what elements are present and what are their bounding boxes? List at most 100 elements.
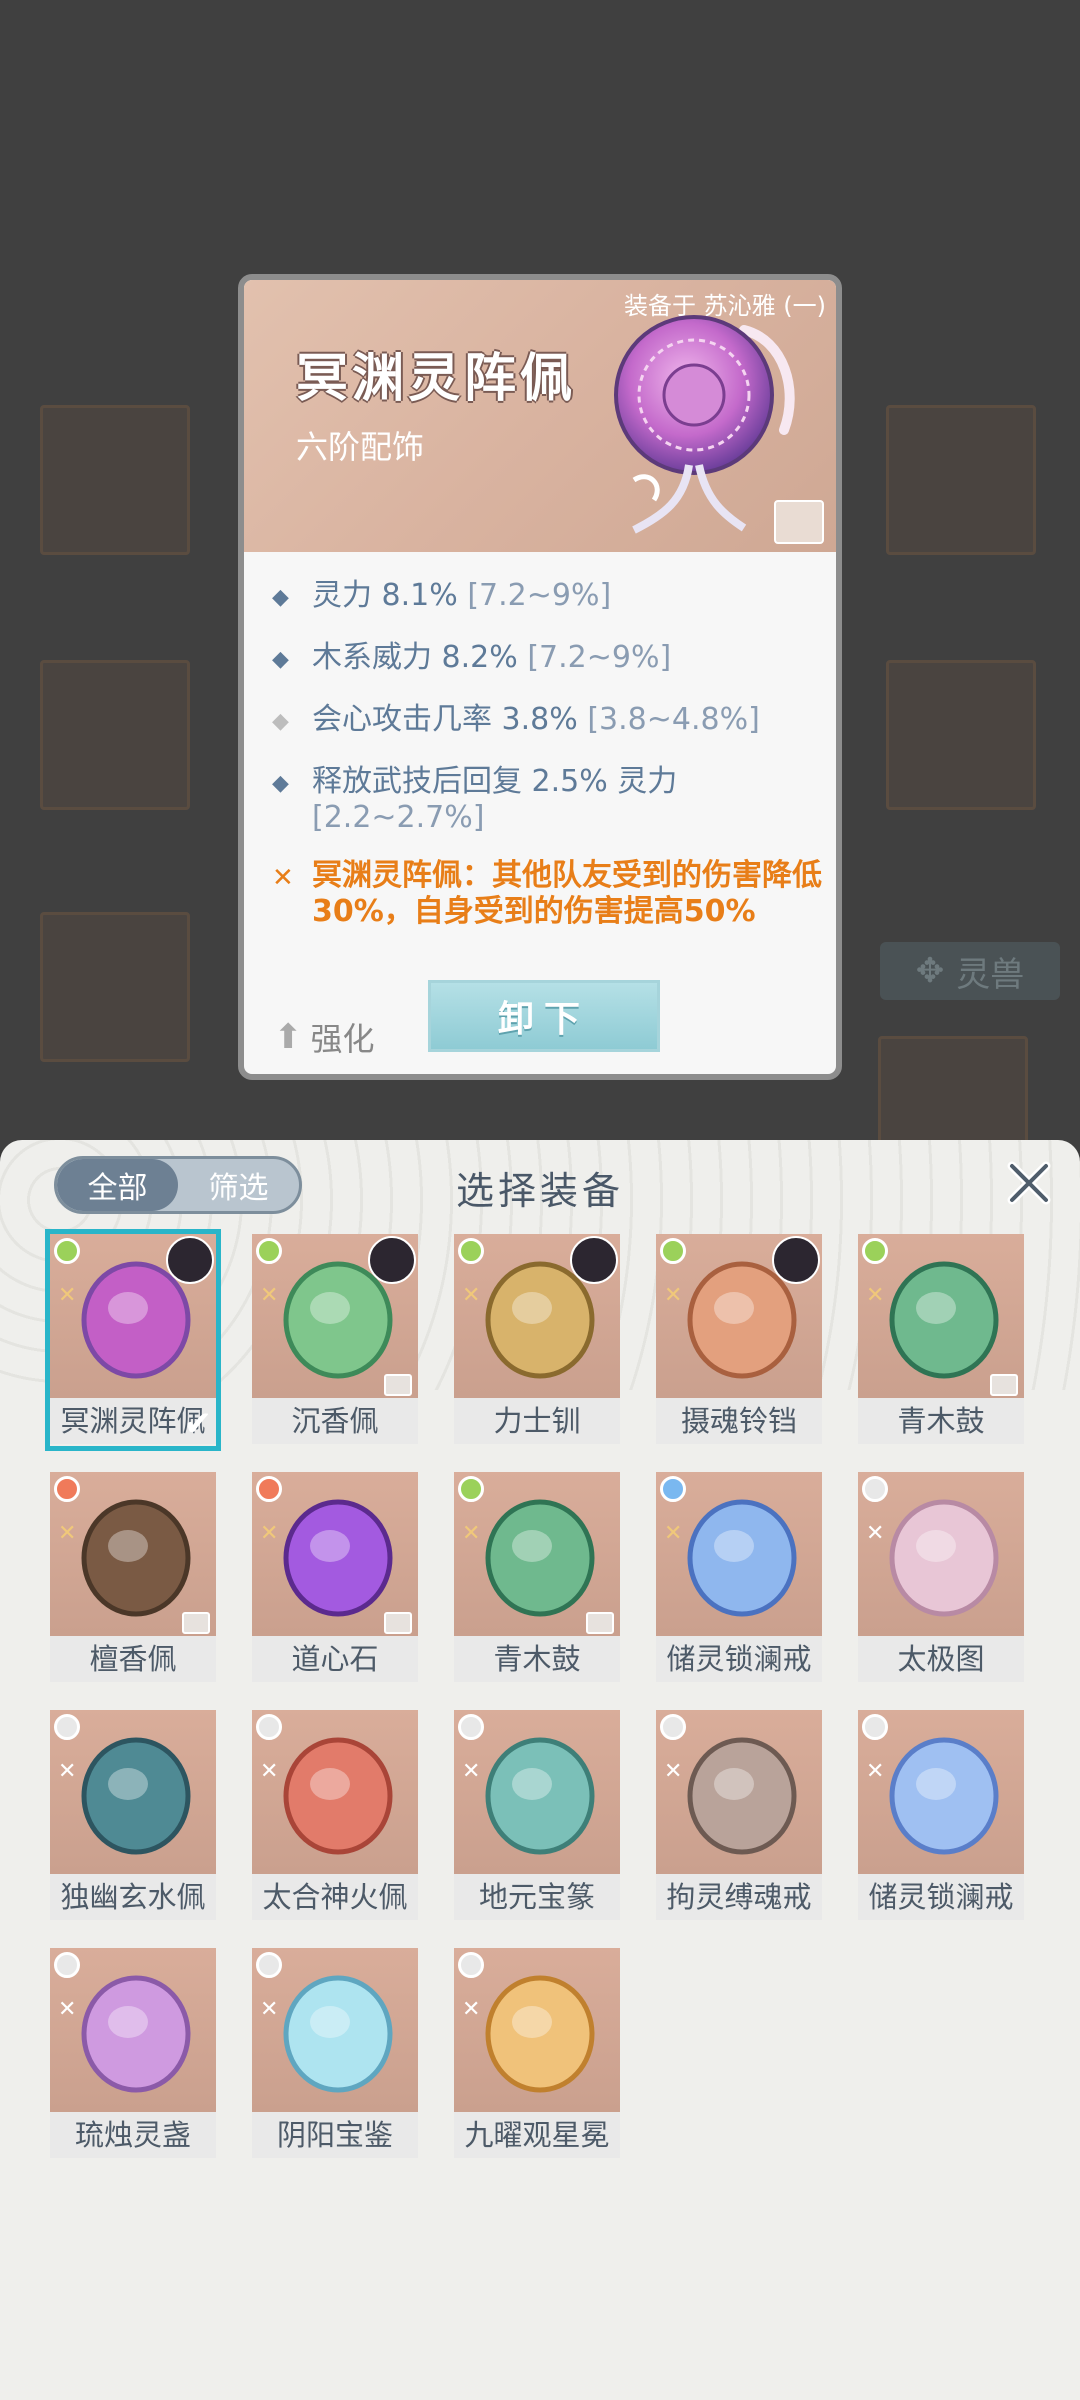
element-icon [660, 1714, 686, 1740]
equipment-card[interactable]: ✕ 拘灵缚魂戒 [656, 1710, 822, 1922]
equipment-card[interactable]: ✕ 太极图 [858, 1472, 1024, 1684]
equipment-name: 道心石 [252, 1636, 418, 1682]
lock-icon [384, 1374, 412, 1396]
rank-icon: ✕ [58, 1283, 77, 1308]
equipment-select-panel: 全部 筛选 选择装备 ✕ 冥渊灵阵佩 ✔ ✕ 沉香佩 ✕ 力士钏 ✕ 摄魂铃铛 ✕ 青木鼓 ✕ 檀香佩 ✕… [0, 1140, 1080, 2400]
rank-icon: ✕ [664, 1283, 683, 1308]
owner-avatar [166, 1236, 214, 1284]
stat-value: 灵力 8.1% [312, 578, 458, 613]
element-icon [660, 1476, 686, 1502]
lock-icon [384, 1612, 412, 1634]
bg-equipment-slot [40, 912, 190, 1062]
equipment-card[interactable]: ✕ 独幽玄水佩 [50, 1710, 216, 1922]
element-icon [862, 1476, 888, 1502]
element-icon [256, 1952, 282, 1978]
stat-value: 木系威力 8.2% [312, 640, 518, 675]
rank-icon: ✕ [260, 1759, 279, 1784]
equipment-card[interactable]: ✕ 地元宝篆 [454, 1710, 620, 1922]
element-icon [862, 1238, 888, 1264]
rank-icon: ✕ [462, 1997, 481, 2022]
stat-line: ◆ 释放武技后回复 2.5% 灵力 [2.2~2.7%] [272, 764, 832, 836]
equipment-tooltip: 装备于 苏沁雅 (一) 冥渊灵阵佩 六阶配饰 ◆ 灵力 8.1% [7.2~9%… [238, 274, 842, 1080]
stat-line: ◆ 灵力 8.1% [7.2~9%] [272, 578, 832, 616]
equipment-card[interactable]: ✕ 青木鼓 [454, 1472, 620, 1684]
close-icon[interactable] [1006, 1160, 1052, 1206]
stat-range: [2.2~2.7%] [312, 800, 485, 835]
equipment-name: 沉香佩 [252, 1398, 418, 1444]
stat-range: [7.2~9%] [527, 640, 672, 675]
rank-icon: ✕ [664, 1759, 683, 1784]
equipment-name: 太合神火佩 [252, 1874, 418, 1920]
element-icon [256, 1476, 282, 1502]
element-icon [54, 1238, 80, 1264]
element-icon [458, 1952, 484, 1978]
equipment-card[interactable]: ✕ 阴阳宝鉴 [252, 1948, 418, 2160]
rank-icon: ✕ [866, 1521, 885, 1546]
element-icon [660, 1238, 686, 1264]
equipment-name: 拘灵缚魂戒 [656, 1874, 822, 1920]
element-icon [54, 1476, 80, 1502]
element-icon [862, 1714, 888, 1740]
equipment-card[interactable]: ✕ 檀香佩 [50, 1472, 216, 1684]
rank-icon: ✕ [260, 1521, 279, 1546]
equipment-name: 檀香佩 [50, 1636, 216, 1682]
rank-icon: ✕ [462, 1283, 481, 1308]
element-icon [54, 1714, 80, 1740]
diamond-icon: ◆ [272, 647, 289, 672]
special-effect: ✕ 冥渊灵阵佩：其他队友受到的伤害降低30%，自身受到的伤害提高50% [272, 858, 832, 930]
special-effect-text: 冥渊灵阵佩：其他队友受到的伤害降低30%，自身受到的伤害提高50% [312, 858, 822, 929]
equipment-name: 独幽玄水佩 [50, 1874, 216, 1920]
upgrade-button[interactable]: ⬆ 强化 [274, 1014, 375, 1060]
equipment-name: 储灵锁澜戒 [656, 1636, 822, 1682]
bg-equipment-slot [40, 405, 190, 555]
element-icon [458, 1238, 484, 1264]
equipment-card[interactable]: ✕ 琉烛灵盏 [50, 1948, 216, 2160]
element-icon [256, 1714, 282, 1740]
owner-avatar [368, 1236, 416, 1284]
diamond-icon: ◆ [272, 585, 289, 610]
equipment-card[interactable]: ✕ 摄魂铃铛 [656, 1234, 822, 1446]
equipment-card[interactable]: ✕ 道心石 [252, 1472, 418, 1684]
rank-icon: ✕ [260, 1997, 279, 2022]
lock-icon[interactable] [774, 500, 824, 544]
equipment-name: 太极图 [858, 1636, 1024, 1682]
equipment-name: 青木鼓 [858, 1398, 1024, 1444]
upgrade-label: 强化 [310, 1020, 375, 1058]
stat-range: [7.2~9%] [467, 578, 612, 613]
tooltip-header: 装备于 苏沁雅 (一) 冥渊灵阵佩 六阶配饰 [244, 280, 836, 552]
element-icon [54, 1952, 80, 1978]
equipment-name: 力士钏 [454, 1398, 620, 1444]
unequip-button[interactable]: 卸下 [428, 980, 660, 1052]
rank-icon: ✕ [866, 1283, 885, 1308]
equipment-name: 地元宝篆 [454, 1874, 620, 1920]
diamond-icon: ◆ [272, 709, 289, 734]
equipment-name: 阴阳宝鉴 [252, 2112, 418, 2158]
equipment-card[interactable]: ✕ 青木鼓 [858, 1234, 1024, 1446]
equipment-card[interactable]: ✕ 太合神火佩 [252, 1710, 418, 1922]
equipment-card[interactable]: ✕ 力士钏 [454, 1234, 620, 1446]
rank-icon: ✕ [260, 1283, 279, 1308]
stat-line: ◆ 木系威力 8.2% [7.2~9%] [272, 640, 832, 678]
panel-title: 选择装备 [455, 1169, 624, 1213]
equipment-name: 青木鼓 [454, 1636, 620, 1682]
spirit-beast-icon: ✥ [915, 951, 945, 991]
diamond-icon: ◆ [272, 771, 289, 796]
equipment-card[interactable]: ✕ 储灵锁澜戒 [858, 1710, 1024, 1922]
equipment-card[interactable]: ✕ 沉香佩 [252, 1234, 418, 1446]
pendant-artwork-icon [614, 315, 795, 534]
bg-equipment-slot [40, 660, 190, 810]
bg-equipment-slot [878, 1036, 1028, 1146]
item-rank: 六阶配饰 [296, 428, 425, 466]
equipment-card[interactable]: ✕ 冥渊灵阵佩 ✔ [45, 1229, 221, 1451]
element-icon [458, 1476, 484, 1502]
stat-range: [3.8~4.8%] [587, 702, 760, 737]
element-icon [256, 1238, 282, 1264]
checkmark-icon: ✔ [183, 1404, 213, 1444]
item-title: 冥渊灵阵佩 [296, 349, 577, 409]
spirit-beast-label: 灵兽 [956, 954, 1025, 995]
bg-equipment-slot [886, 660, 1036, 810]
stat-value: 释放武技后回复 2.5% 灵力 [312, 764, 678, 799]
element-icon [458, 1714, 484, 1740]
equipment-card[interactable]: ✕ 九曜观星冕 [454, 1948, 620, 2160]
equipment-card[interactable]: ✕ 储灵锁澜戒 [656, 1472, 822, 1684]
